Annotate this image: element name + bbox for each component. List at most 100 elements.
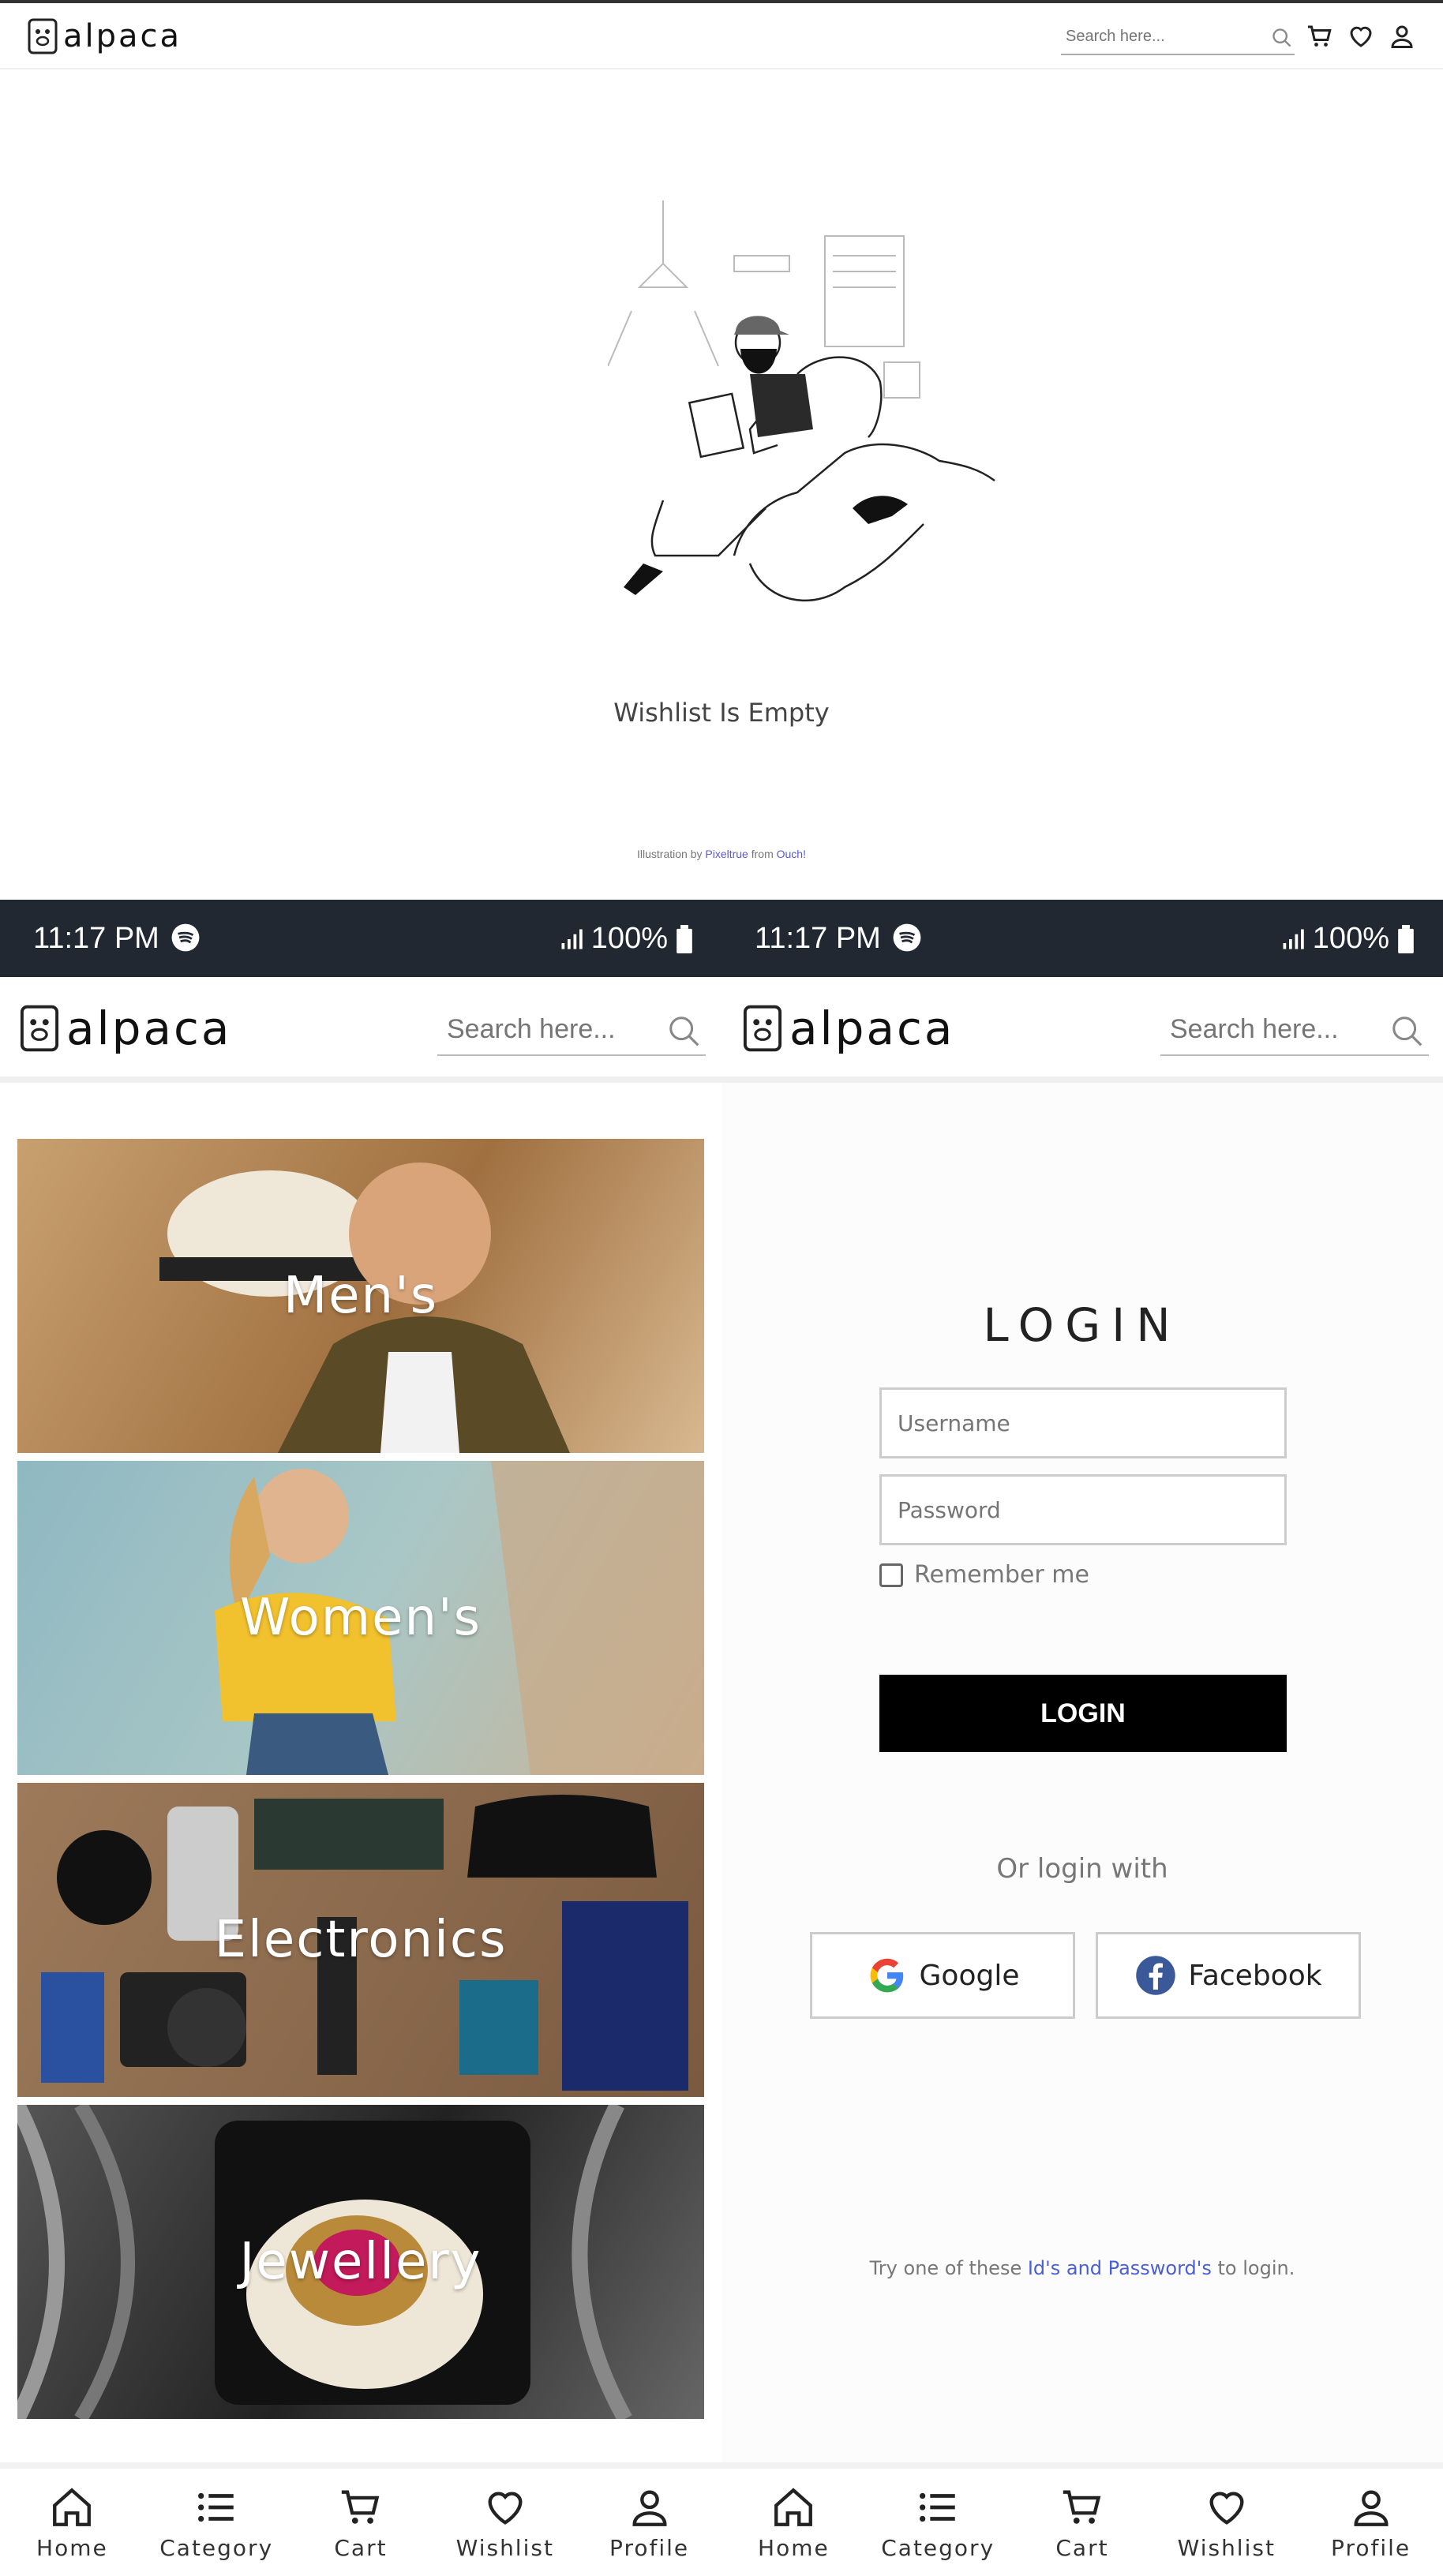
- nav-wishlist[interactable]: Wishlist: [1168, 2484, 1286, 2561]
- search-input[interactable]: [437, 1005, 650, 1053]
- desktop-search-field[interactable]: [1061, 21, 1295, 55]
- nav-home[interactable]: Home: [13, 2484, 131, 2561]
- nav-label: Wishlist: [455, 2534, 554, 2561]
- credit-source-link[interactable]: Ouch!: [777, 848, 806, 860]
- nav-label: Category: [159, 2534, 274, 2561]
- credit-middle: from: [748, 848, 777, 860]
- alpaca-logo-icon: [20, 1005, 59, 1052]
- illustration-credit: Illustration by Pixeltrue from Ouch!: [0, 848, 1443, 860]
- home-icon: [53, 2487, 92, 2526]
- desktop-header: alpaca: [0, 6, 1443, 69]
- credit-prefix: Illustration by: [637, 848, 706, 860]
- facebook-label: Facebook: [1188, 1959, 1322, 1992]
- nav-label: Profile: [609, 2534, 690, 2561]
- category-card-mens[interactable]: Men's: [17, 1139, 704, 1453]
- username-input[interactable]: [882, 1390, 1284, 1456]
- nav-label: Category: [881, 2534, 995, 2561]
- nav-label: Profile: [1331, 2534, 1411, 2561]
- login-title: LOGIN: [983, 1298, 1182, 1352]
- nav-label: Cart: [1055, 2534, 1109, 2561]
- hint-prefix: Try one of these: [869, 2257, 1028, 2279]
- nav-label: Home: [758, 2534, 830, 2561]
- nav-label: Cart: [334, 2534, 388, 2561]
- status-time: 11:17 PM: [755, 922, 922, 956]
- category-label: Women's: [240, 1589, 482, 1647]
- signal-icon: [561, 929, 583, 949]
- credentials-link[interactable]: Id's and Password's: [1028, 2257, 1212, 2279]
- search-input[interactable]: [1061, 21, 1258, 52]
- heart-icon[interactable]: [1347, 22, 1375, 51]
- password-field[interactable]: [879, 1474, 1287, 1545]
- list-icon: [920, 2492, 955, 2522]
- cart-icon[interactable]: [1306, 22, 1334, 51]
- logo-text: alpaca: [789, 1002, 955, 1055]
- nav-cart[interactable]: Cart: [1023, 2484, 1141, 2561]
- nav-wishlist[interactable]: Wishlist: [446, 2484, 564, 2561]
- cart-icon: [341, 2489, 380, 2524]
- time-text: 11:17 PM: [755, 922, 881, 955]
- signal-icon: [1283, 929, 1304, 949]
- category-label: Jewellery: [239, 2233, 482, 2291]
- remember-me: Remember me: [879, 1561, 1089, 1589]
- alpaca-logo-icon: [743, 1005, 782, 1052]
- category-label: Men's: [283, 1267, 439, 1325]
- nav-profile[interactable]: Profile: [1312, 2484, 1430, 2561]
- mobile-category-screen: 11:17 PM 100% alpaca Men's Women's Elect…: [0, 900, 722, 2576]
- category-card-jewellery[interactable]: Jewellery: [17, 2105, 704, 2419]
- nav-profile[interactable]: Profile: [590, 2484, 709, 2561]
- battery-text: 100%: [1312, 922, 1389, 955]
- mobile-login-screen: 11:17 PM 100% alpaca LOGIN Remember me L…: [722, 900, 1443, 2576]
- battery-icon: [1398, 924, 1414, 953]
- password-input[interactable]: [882, 1477, 1284, 1543]
- google-login-button[interactable]: Google: [810, 1932, 1075, 2019]
- bottom-nav: Home Category Cart Wishlist Profile: [0, 2462, 722, 2576]
- login-hint: Try one of these Id's and Password's to …: [722, 2257, 1443, 2279]
- facebook-login-button[interactable]: Facebook: [1096, 1932, 1361, 2019]
- empty-wishlist-illustration: [608, 200, 995, 602]
- or-login-with: Or login with: [996, 1853, 1168, 1885]
- remember-checkbox[interactable]: [879, 1563, 903, 1587]
- mobile-header: alpaca: [722, 977, 1443, 1083]
- username-field[interactable]: [879, 1387, 1287, 1458]
- spotify-icon: [893, 923, 921, 952]
- heart-icon: [1209, 2491, 1244, 2525]
- nav-cart[interactable]: Cart: [302, 2484, 420, 2561]
- mobile-search-field[interactable]: [437, 1005, 706, 1056]
- battery-text: 100%: [590, 922, 668, 955]
- spotify-icon: [171, 923, 200, 952]
- nav-label: Wishlist: [1177, 2534, 1276, 2561]
- category-label: Electronics: [214, 1911, 508, 1969]
- user-icon[interactable]: [1388, 22, 1416, 51]
- list-icon: [198, 2492, 234, 2522]
- facebook-icon: [1136, 1956, 1176, 1995]
- logo[interactable]: alpaca: [27, 17, 182, 55]
- credit-author-link[interactable]: Pixeltrue: [705, 848, 748, 860]
- status-bar: 11:17 PM 100%: [0, 900, 722, 977]
- category-card-electronics[interactable]: Electronics: [17, 1783, 704, 2097]
- status-time: 11:17 PM: [33, 922, 201, 956]
- google-icon: [870, 1958, 903, 1993]
- nav-home[interactable]: Home: [734, 2484, 853, 2561]
- logo-text: alpaca: [63, 18, 182, 54]
- mobile-search-field[interactable]: [1160, 1005, 1429, 1056]
- battery-icon: [677, 924, 692, 953]
- status-right: 100%: [560, 922, 693, 956]
- status-bar: 11:17 PM 100%: [722, 900, 1443, 977]
- home-icon: [774, 2487, 813, 2526]
- cart-icon: [1063, 2489, 1101, 2524]
- nav-category[interactable]: Category: [157, 2484, 275, 2561]
- search-input[interactable]: [1160, 1005, 1374, 1053]
- alpaca-logo-icon: [28, 18, 58, 54]
- login-button[interactable]: LOGIN: [879, 1675, 1287, 1752]
- nav-category[interactable]: Category: [879, 2484, 997, 2561]
- search-icon[interactable]: [666, 1013, 703, 1050]
- search-icon[interactable]: [1389, 1013, 1426, 1050]
- logo[interactable]: alpaca: [19, 1001, 231, 1056]
- logo-text: alpaca: [66, 1002, 232, 1055]
- search-icon[interactable]: [1271, 27, 1293, 49]
- empty-wishlist-message: Wishlist Is Empty: [613, 698, 830, 728]
- time-text: 11:17 PM: [33, 922, 159, 955]
- hint-suffix: to login.: [1211, 2257, 1295, 2279]
- logo[interactable]: alpaca: [742, 1001, 954, 1056]
- category-card-womens[interactable]: Women's: [17, 1461, 704, 1775]
